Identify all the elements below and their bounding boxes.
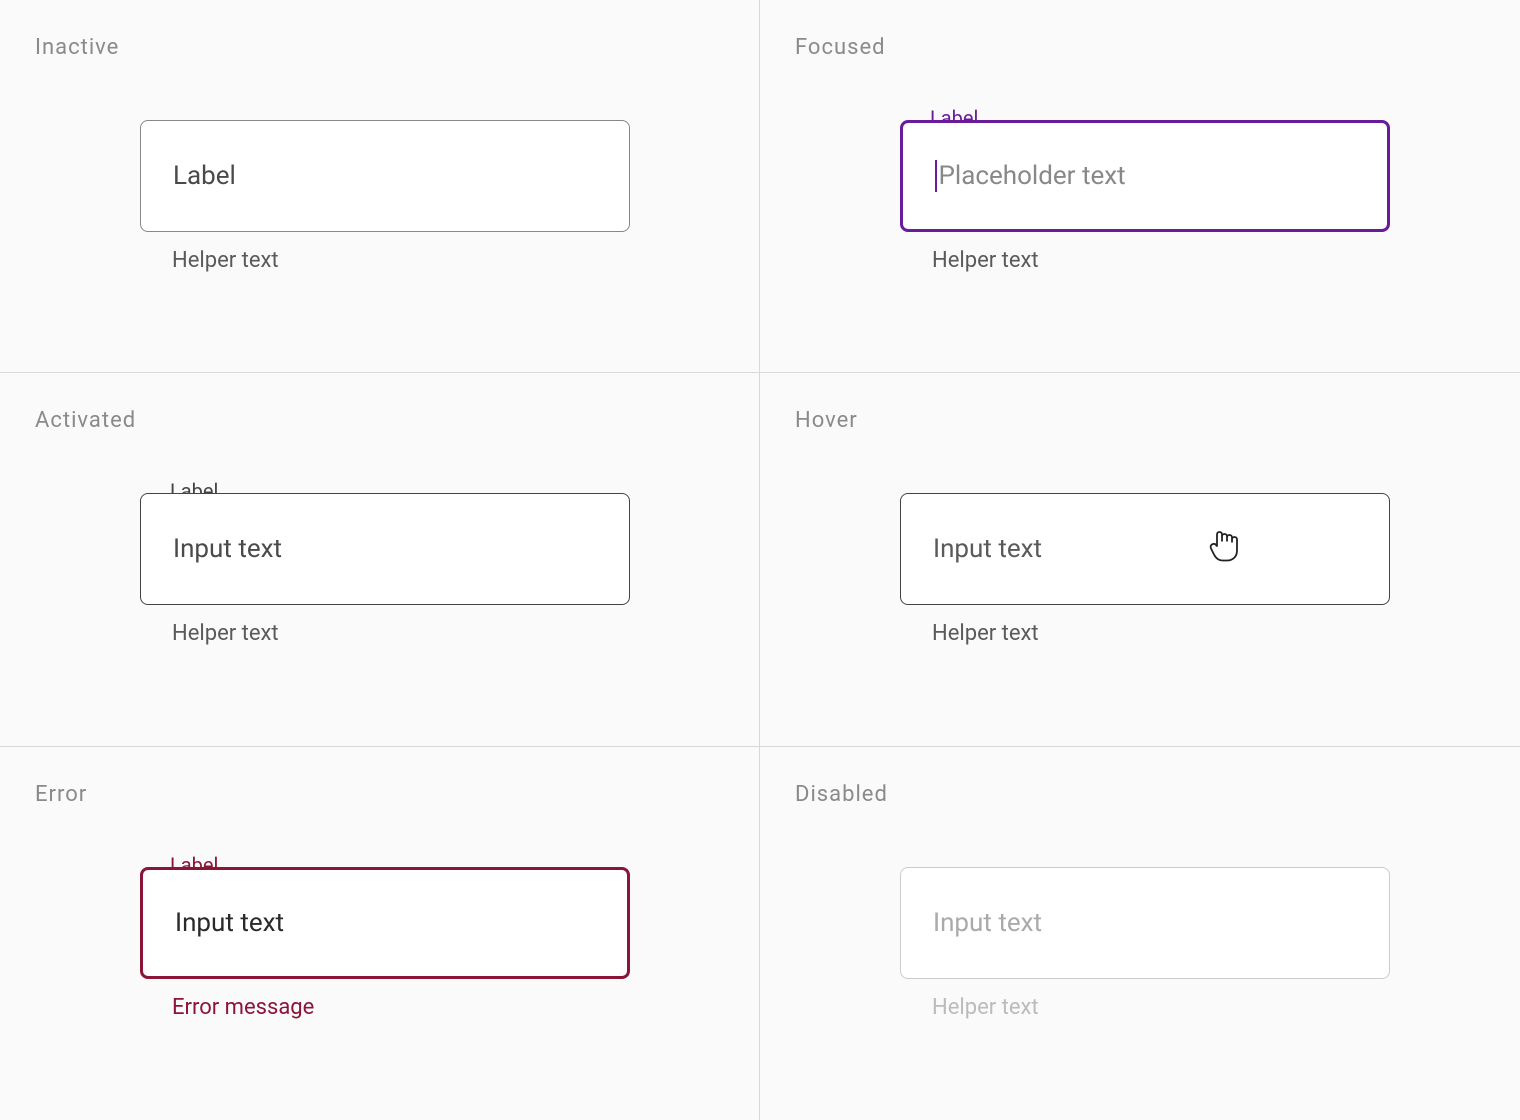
state-inactive: Inactive Label Helper text <box>0 0 760 373</box>
state-title-inactive: Inactive <box>35 35 724 60</box>
state-title-disabled: Disabled <box>795 782 1485 807</box>
helper-text: Helper text <box>172 621 630 646</box>
error-message: Error message <box>172 995 630 1020</box>
text-field-inactive[interactable]: Label Helper text <box>140 120 630 273</box>
state-disabled: Disabled Input text Helper text <box>760 747 1520 1120</box>
helper-text: Helper text <box>172 248 630 273</box>
input-value: Input text <box>175 908 284 938</box>
input-value: Input text <box>173 534 282 564</box>
text-field-disabled: Input text Helper text <box>900 867 1390 1020</box>
pointer-cursor-icon <box>1209 529 1239 570</box>
text-field-error[interactable]: Label Input text Error message <box>140 867 630 1020</box>
text-cursor-icon <box>935 160 937 192</box>
text-field-hover[interactable]: Input text Helper text <box>900 493 1390 646</box>
input-value: Input text <box>933 908 1042 938</box>
helper-text: Helper text <box>932 995 1390 1020</box>
input-box: Input text <box>900 867 1390 979</box>
input-box[interactable]: Input text <box>140 493 630 605</box>
state-title-focused: Focused <box>795 35 1485 60</box>
helper-text: Helper text <box>932 248 1390 273</box>
input-box[interactable]: Label <box>140 120 630 232</box>
input-box[interactable]: Input text <box>140 867 630 979</box>
helper-text: Helper text <box>932 621 1390 646</box>
input-box[interactable]: Placeholder text <box>900 120 1390 232</box>
state-title-error: Error <box>35 782 724 807</box>
state-title-activated: Activated <box>35 408 724 433</box>
text-field-activated[interactable]: Label Input text Helper text <box>140 493 630 646</box>
input-value: Input text <box>933 534 1042 564</box>
state-focused: Focused Label Placeholder text Helper te… <box>760 0 1520 373</box>
state-error: Error Label Input text Error message <box>0 747 760 1120</box>
state-activated: Activated Label Input text Helper text <box>0 373 760 746</box>
state-hover: Hover Input text Helper text <box>760 373 1520 746</box>
text-field-focused[interactable]: Label Placeholder text Helper text <box>900 120 1390 273</box>
state-title-hover: Hover <box>795 408 1485 433</box>
input-box[interactable]: Input text <box>900 493 1390 605</box>
placeholder-text: Placeholder text <box>939 161 1126 191</box>
label-inline: Label <box>173 161 236 191</box>
